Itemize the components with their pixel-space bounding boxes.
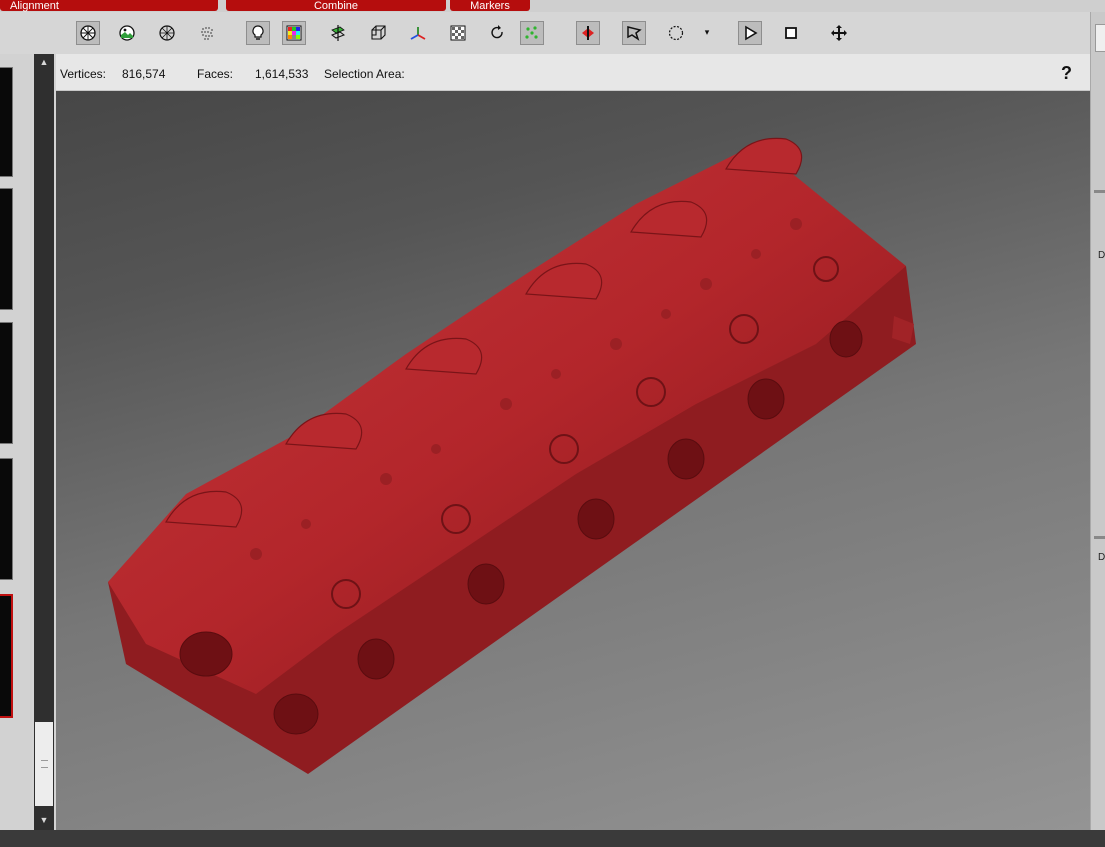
scan-thumbnail[interactable]	[0, 322, 13, 444]
panel-label: D	[1098, 250, 1105, 261]
panel-divider	[1094, 536, 1105, 539]
panel-label: D	[1098, 552, 1105, 563]
3d-viewport[interactable]: Vertices: 816,574 Faces: 1,614,533 Selec…	[56, 54, 1090, 830]
points-select-icon[interactable]	[520, 21, 544, 45]
scan-thumbnail[interactable]	[0, 188, 13, 310]
textured-sphere-icon[interactable]	[115, 21, 139, 45]
scrollbar-thumb[interactable]	[35, 722, 53, 806]
flip-normals-icon[interactable]	[576, 21, 600, 45]
cylinder-head-model[interactable]	[56, 54, 1090, 830]
shaded-sphere-icon[interactable]	[76, 21, 100, 45]
bottom-status-bar	[0, 830, 1105, 847]
scroll-up-icon[interactable]: ▲	[34, 54, 54, 70]
lasso-select-icon[interactable]	[622, 21, 646, 45]
axis-triad-icon[interactable]	[406, 21, 430, 45]
play-icon[interactable]	[738, 21, 762, 45]
wireframe-sphere-icon[interactable]	[155, 21, 179, 45]
point-cloud-icon[interactable]	[195, 21, 219, 45]
clip-plane-icon[interactable]	[326, 21, 350, 45]
dropdown-arrow-icon[interactable]: ▾	[700, 21, 714, 45]
right-side-panel: D D	[1090, 12, 1105, 830]
thumbnail-scrollbar[interactable]: ▲ ▼	[34, 54, 54, 830]
checker-icon[interactable]	[446, 21, 470, 45]
scroll-down-icon[interactable]: ▼	[34, 812, 54, 828]
scan-thumbnail[interactable]	[0, 67, 13, 177]
scan-thumbnail-selected[interactable]	[0, 594, 13, 718]
rotate-icon[interactable]	[486, 21, 510, 45]
circle-select-icon[interactable]	[664, 21, 688, 45]
top-tab-bar: Alignment Combine Markers	[0, 0, 1105, 12]
bounding-box-icon[interactable]	[366, 21, 390, 45]
view-toolbar: ▾	[0, 12, 1090, 54]
panel-collapse-handle[interactable]	[1095, 24, 1105, 52]
color-grid-icon[interactable]	[282, 21, 306, 45]
light-bulb-icon[interactable]	[246, 21, 270, 45]
move-icon[interactable]	[827, 21, 851, 45]
square-select-icon[interactable]	[779, 21, 803, 45]
scan-thumbnail[interactable]	[0, 458, 13, 580]
tab-markers[interactable]: Markers	[450, 0, 530, 12]
left-thumbnail-panel	[0, 54, 32, 830]
tab-combine[interactable]: Combine	[226, 0, 446, 12]
tab-alignment[interactable]: Alignment	[0, 0, 218, 12]
panel-divider	[1094, 190, 1105, 193]
